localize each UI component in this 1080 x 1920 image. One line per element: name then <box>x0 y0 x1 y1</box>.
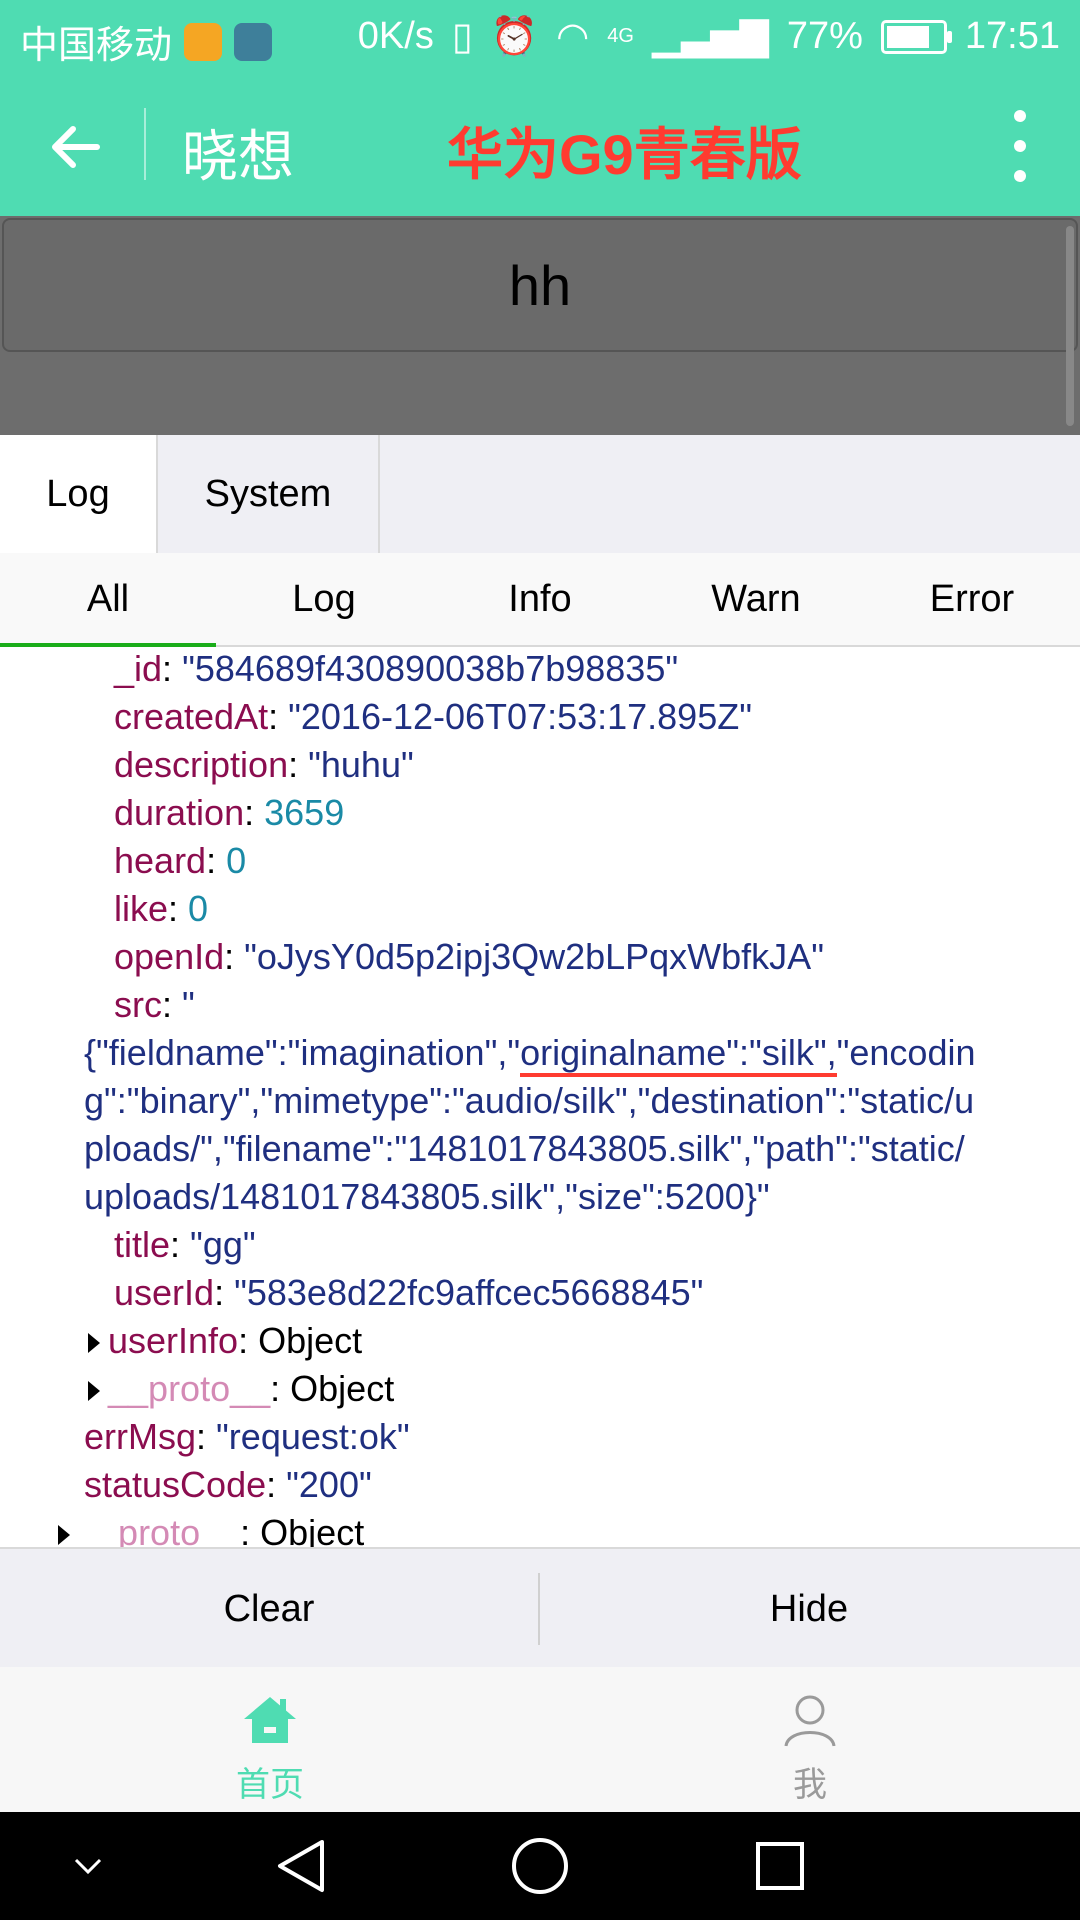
system-nav-bar <box>0 1812 1080 1920</box>
battery-percent: 77% <box>786 15 863 57</box>
expand-caret-icon[interactable] <box>88 1333 100 1354</box>
triangle-back-icon <box>278 1840 324 1892</box>
app-bar: 晓想 华为G9青春版 <box>0 72 1080 216</box>
log-line-src-3: ploads/","filename":"1481017843805.silk"… <box>84 1128 965 1169</box>
person-icon <box>760 1685 860 1755</box>
log-line-statuscode: statusCode: "200" <box>84 1464 372 1505</box>
tabbar-item-home[interactable]: 首页 <box>0 1667 540 1812</box>
back-button[interactable] <box>40 112 110 182</box>
content-card[interactable]: hh <box>2 218 1078 352</box>
filter-warn[interactable]: Warn <box>648 553 864 645</box>
hide-button[interactable]: Hide <box>540 1549 1078 1669</box>
log-line-src-2: g":"binary","mimetype":"audio/silk","des… <box>84 1080 975 1121</box>
home-icon <box>220 1685 320 1755</box>
network-speed: 0K/s <box>357 15 434 57</box>
log-line-userinfo[interactable]: userInfo: Object <box>88 1317 362 1365</box>
tabbar-label-me: 我 <box>793 1766 827 1804</box>
log-line-proto-2[interactable]: __proto__: Object <box>58 1509 364 1547</box>
wifi-icon: ◠ <box>556 16 590 58</box>
log-line-src: src: " <box>114 984 195 1025</box>
log-line-title: title: "gg" <box>114 1224 256 1265</box>
more-menu-button[interactable] <box>1000 110 1040 182</box>
filter-error[interactable]: Error <box>864 553 1080 645</box>
filter-log[interactable]: Log <box>216 553 432 645</box>
more-dot-icon <box>1014 140 1026 152</box>
log-line-proto[interactable]: __proto__: Object <box>88 1365 394 1413</box>
tabbar-label-home: 首页 <box>236 1766 304 1804</box>
more-dot-icon <box>1014 110 1026 122</box>
log-line-src-4: uploads/1481017843805.silk","size":5200}… <box>84 1176 770 1217</box>
tab-system[interactable]: System <box>158 435 380 553</box>
log-line-userid: userId: "583e8d22fc9affcec5668845" <box>114 1272 704 1313</box>
health-app-icon <box>234 22 273 61</box>
battery-icon <box>880 19 952 54</box>
log-line-openid: openId: "oJysY0d5p2ipj3Qw2bLPqxWbfkJA" <box>114 936 824 977</box>
log-line-heard: heard: 0 <box>114 840 247 881</box>
expand-caret-icon[interactable] <box>58 1525 70 1546</box>
nav-hide-keyboard-button[interactable] <box>52 1830 124 1902</box>
log-filter-bar: All Log Info Warn Error <box>0 553 1080 647</box>
bottom-tab-bar: 首页 我 <box>0 1667 1080 1812</box>
log-line-duration: duration: 3659 <box>114 792 345 833</box>
app-title: 晓想 <box>182 125 294 188</box>
log-line-id: _id: "584689f430890038b7b98835" <box>114 648 679 689</box>
uc-browser-icon <box>184 22 223 61</box>
nav-recents-button[interactable] <box>744 1830 816 1902</box>
clock: 17:51 <box>964 15 1060 57</box>
signal-icon: ▁▃▅▇ <box>651 16 769 58</box>
device-label: 华为G9青春版 <box>447 123 802 186</box>
tabbar-item-me[interactable]: 我 <box>540 1667 1080 1812</box>
console-tabs: Log System <box>0 435 1080 554</box>
page-overlay[interactable]: hh <box>0 216 1080 436</box>
arrow-left-icon <box>52 126 100 168</box>
log-line-src-1: {"fieldname":"imagination","originalname… <box>84 1029 976 1077</box>
tab-log[interactable]: Log <box>0 435 158 553</box>
carrier-name: 中国移动 <box>20 25 173 67</box>
log-line-errmsg: errMsg: "request:ok" <box>84 1416 410 1457</box>
nav-home-button[interactable] <box>504 1830 576 1902</box>
circle-home-icon <box>512 1838 568 1894</box>
more-dot-icon <box>1014 170 1026 182</box>
expand-caret-icon[interactable] <box>88 1381 100 1402</box>
appbar-divider <box>144 108 146 180</box>
status-bar: 中国移动 0K/s ▯ ⏰ ◠ 4G ▁▃▅▇ 77% 17:51 <box>0 0 1080 72</box>
vibrate-icon: ▯ <box>451 16 473 58</box>
console-actions: Clear Hide <box>0 1547 1080 1669</box>
page-scrollbar[interactable] <box>1066 226 1074 426</box>
chevron-down-icon <box>74 1858 102 1875</box>
filter-info[interactable]: Info <box>432 553 648 645</box>
nav-back-button[interactable] <box>264 1830 336 1902</box>
clear-button[interactable]: Clear <box>0 1549 538 1669</box>
log-line-description: description: "huhu" <box>114 744 414 785</box>
log-line-createdat: createdAt: "2016-12-06T07:53:17.895Z" <box>114 696 752 737</box>
filter-all[interactable]: All <box>0 553 216 645</box>
log-output[interactable]: _id: "584689f430890038b7b98835" createdA… <box>0 647 1080 1547</box>
square-recents-icon <box>756 1842 804 1890</box>
log-line-like: like: 0 <box>114 888 209 929</box>
alarm-icon: ⏰ <box>490 15 539 58</box>
network-type: 4G <box>607 25 634 47</box>
